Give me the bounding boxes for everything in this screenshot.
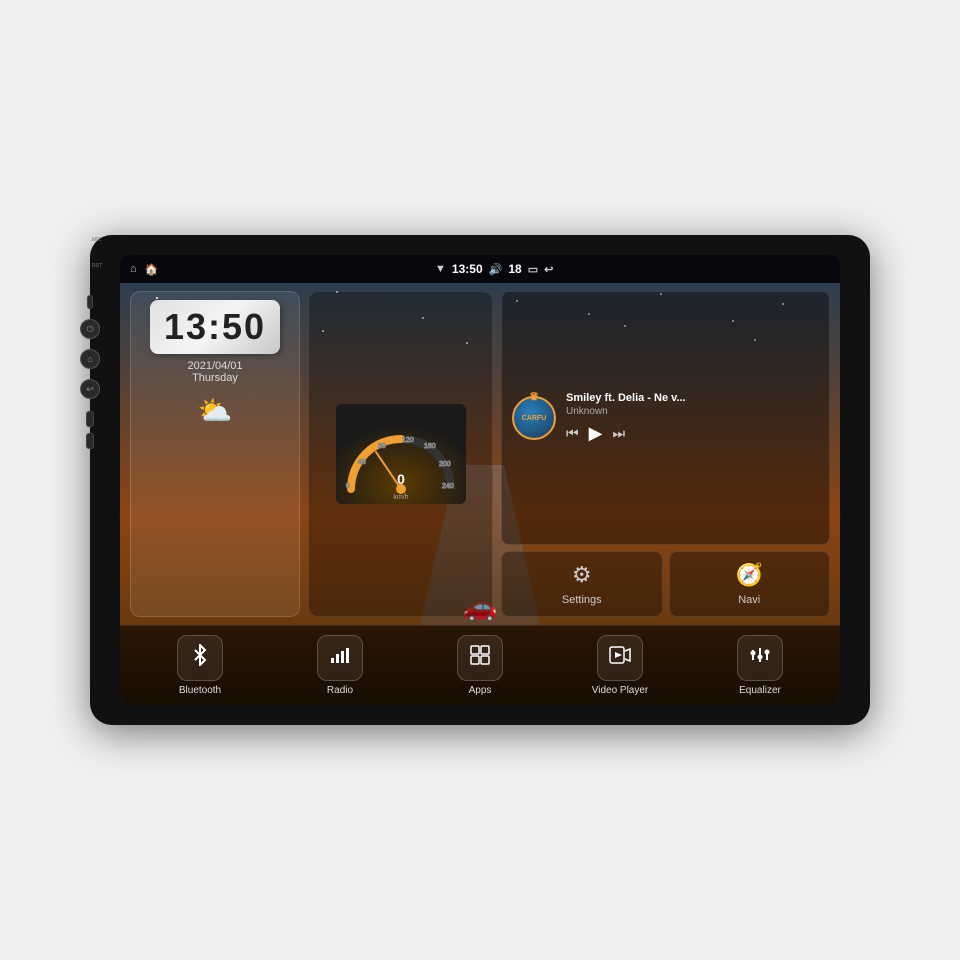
clock-day: Thursday — [192, 372, 238, 384]
side-buttons: ⏻ ⌂ ↩ — [80, 295, 100, 449]
settings-label: Settings — [562, 594, 602, 606]
status-left-icons: ⌂ 🏠 — [130, 263, 158, 276]
app-video[interactable]: Video Player — [550, 635, 690, 696]
radio-icon-wrapper — [317, 635, 363, 681]
power-icon: ⏻ — [86, 324, 93, 335]
video-icon-wrapper — [597, 635, 643, 681]
wifi-icon: ▼ — [435, 263, 446, 275]
widgets-row: 13:50 2021/04/01 Thursday ⛅ — [120, 283, 840, 625]
svg-text:160: 160 — [424, 443, 436, 450]
speedometer-svg: 0 40 80 120 160 200 240 — [336, 404, 466, 504]
navi-icon: 🧭 — [736, 562, 763, 588]
app-radio[interactable]: Radio — [270, 635, 410, 696]
bluetooth-icon-wrapper — [177, 635, 223, 681]
clock-display: 13:50 — [150, 300, 280, 354]
screen: ⌂ 🏠 ▼ 13:50 🔊 18 ▭ ↩ — [120, 255, 840, 705]
side-btn-vol-up[interactable] — [86, 411, 94, 427]
prev-button[interactable]: ⏮ — [566, 425, 579, 442]
radio-label: Radio — [327, 685, 353, 696]
car-head-unit: MIC RST ⏻ ⌂ ↩ ⌂ 🏠 ▼ 13:50 🔊 18 — [90, 235, 870, 725]
battery-icon: ▭ — [528, 263, 538, 276]
main-content: 🚗 13:50 2021/04/01 Thursday ⛅ — [120, 283, 840, 705]
navi-label: Navi — [738, 594, 760, 606]
apps-label: Apps — [469, 685, 492, 696]
status-center: ▼ 13:50 🔊 18 ▭ ↩ — [435, 262, 553, 276]
side-btn-home-round[interactable]: ⌂ — [80, 349, 100, 369]
apps-icon-wrapper — [457, 635, 503, 681]
music-artist: Unknown — [566, 406, 819, 417]
music-title: Smiley ft. Delia - Ne v... — [566, 392, 819, 404]
clock-date: 2021/04/01 — [187, 360, 242, 372]
rst-label: RST — [92, 263, 102, 269]
app-apps[interactable]: Apps — [410, 635, 550, 696]
eq-label: Equalizer — [739, 685, 781, 696]
side-btn-power[interactable] — [87, 295, 93, 309]
speedometer-container: 0 40 80 120 160 200 240 — [336, 404, 466, 504]
svg-text:0: 0 — [397, 471, 405, 487]
music-logo: CARFU — [512, 396, 556, 440]
settings-widget[interactable]: ⚙ Settings — [501, 551, 663, 617]
home-icon: ⌂ — [87, 354, 92, 364]
bluetooth-icon — [189, 644, 211, 672]
mic-label: MIC — [92, 237, 101, 243]
eq-icon — [749, 644, 771, 672]
home-status-icon: ⌂ — [130, 263, 137, 275]
eq-icon-wrapper — [737, 635, 783, 681]
widget-bottom-row: ⚙ Settings 🧭 Navi — [501, 551, 830, 617]
settings-icon: ⚙ — [572, 562, 592, 588]
video-label: Video Player — [592, 685, 649, 696]
app-equalizer[interactable]: Equalizer — [690, 635, 830, 696]
next-button[interactable]: ⏭ — [612, 425, 625, 442]
weather-icon: ⛅ — [198, 394, 233, 427]
music-controls: ⏮ ▶ ⏭ — [566, 423, 819, 444]
side-btn-back-round[interactable]: ↩ — [80, 379, 100, 399]
house-status-icon: 🏠 — [145, 263, 159, 276]
side-btn-vol-dn[interactable] — [86, 433, 94, 449]
speedometer-widget: 0 40 80 120 160 200 240 — [308, 291, 493, 617]
right-widgets: CARFU Smiley ft. Delia - Ne v... Unknown… — [501, 291, 830, 617]
side-btn-power-round[interactable]: ⏻ — [80, 319, 100, 339]
navi-widget[interactable]: 🧭 Navi — [669, 551, 831, 617]
back-status-icon: ↩ — [544, 263, 553, 276]
clock-widget: 13:50 2021/04/01 Thursday ⛅ — [130, 291, 300, 617]
music-logo-text: CARFU — [522, 415, 547, 422]
app-bluetooth[interactable]: Bluetooth — [130, 635, 270, 696]
svg-text:80: 80 — [378, 443, 386, 450]
music-widget[interactable]: CARFU Smiley ft. Delia - Ne v... Unknown… — [501, 291, 830, 545]
svg-text:240: 240 — [442, 483, 454, 490]
app-bar: Bluetooth Radio — [120, 625, 840, 705]
apps-icon — [469, 644, 491, 672]
svg-text:200: 200 — [439, 461, 451, 468]
status-time: 13:50 — [452, 262, 483, 276]
status-volume: 18 — [508, 262, 521, 276]
bluetooth-label: Bluetooth — [179, 685, 221, 696]
volume-icon: 🔊 — [489, 263, 503, 276]
svg-text:km/h: km/h — [393, 494, 408, 501]
radio-icon — [329, 644, 351, 672]
svg-text:120: 120 — [402, 437, 414, 444]
status-bar: ⌂ 🏠 ▼ 13:50 🔊 18 ▭ ↩ — [120, 255, 840, 283]
play-button[interactable]: ▶ — [589, 423, 603, 444]
video-icon — [609, 644, 631, 672]
music-info: Smiley ft. Delia - Ne v... Unknown ⏮ ▶ ⏭ — [566, 392, 819, 444]
svg-text:40: 40 — [358, 459, 366, 466]
back-icon: ↩ — [86, 384, 94, 395]
svg-text:0: 0 — [346, 483, 350, 490]
